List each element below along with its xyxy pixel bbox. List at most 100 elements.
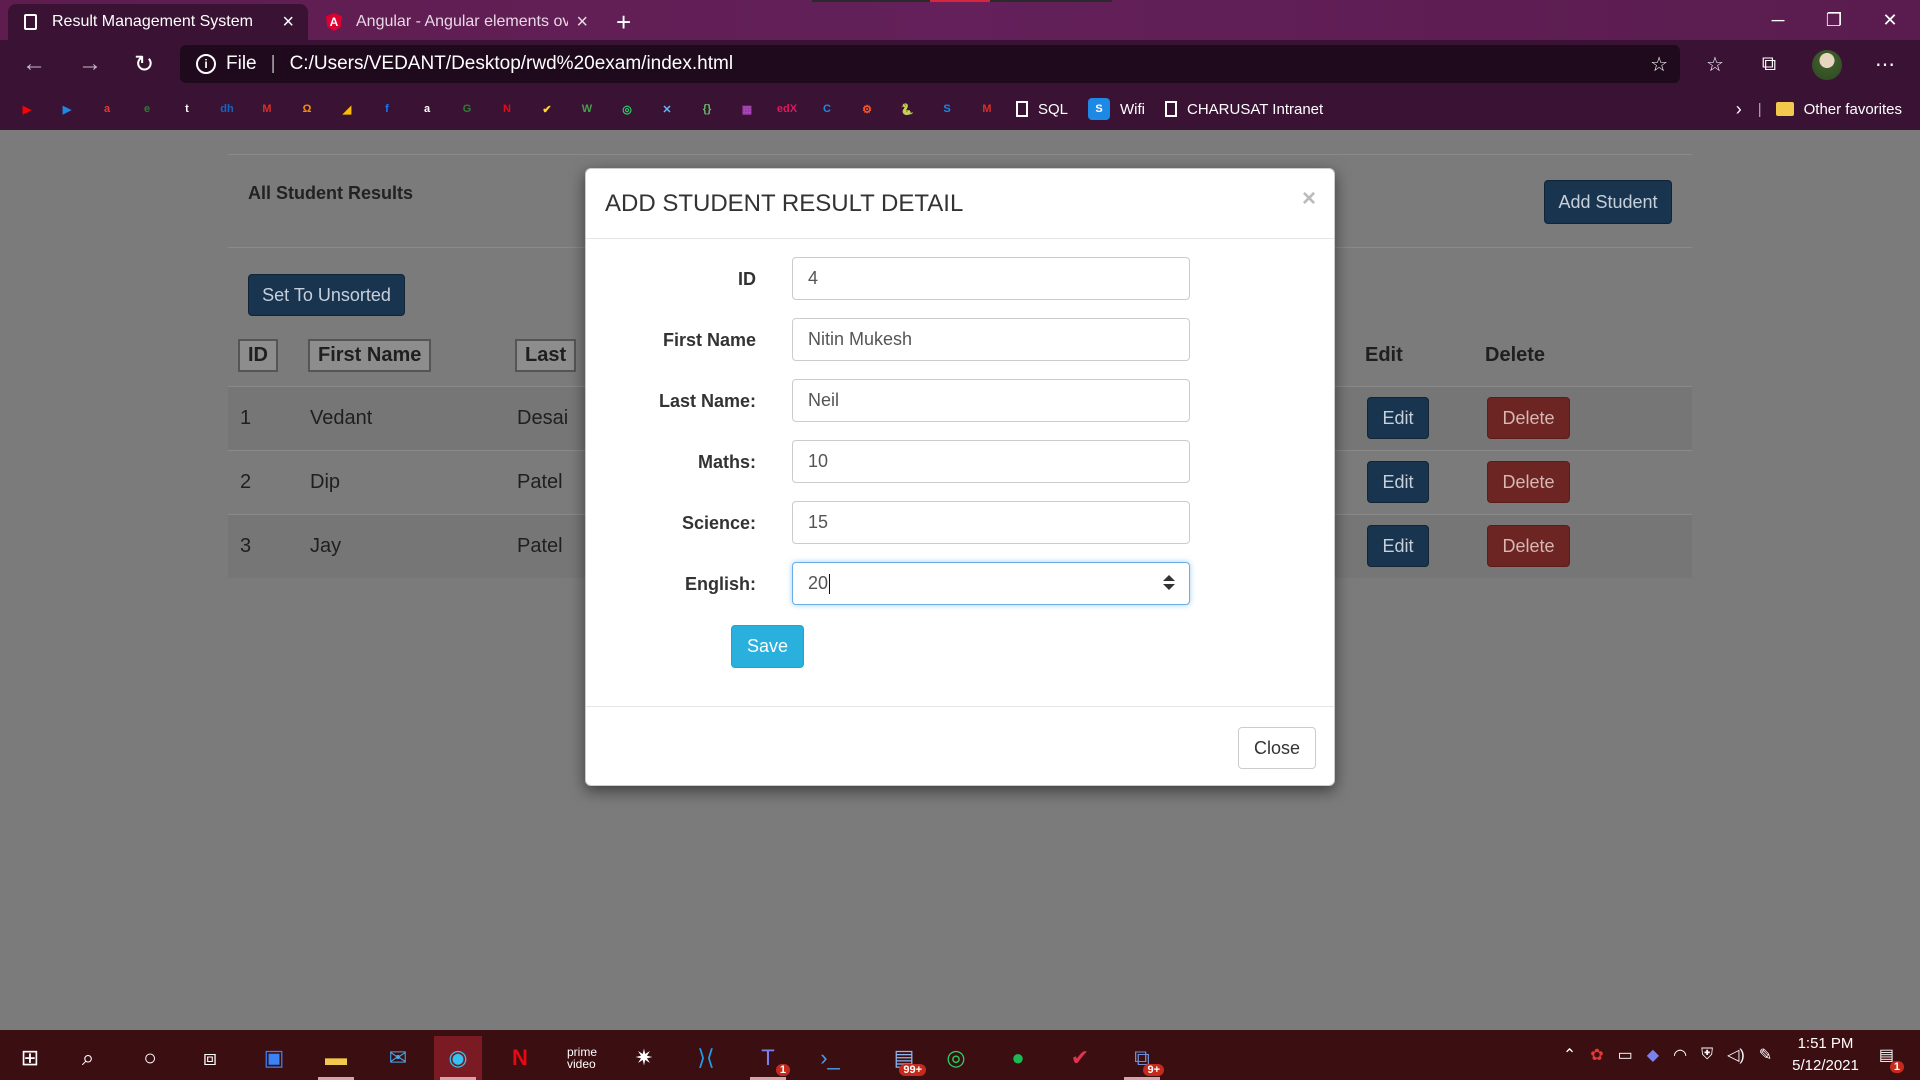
whatsapp-icon[interactable]: ◎: [616, 98, 638, 120]
gmail-icon-2[interactable]: M: [976, 98, 998, 120]
delete-button[interactable]: Delete: [1487, 461, 1570, 503]
chevron-right-icon[interactable]: ›: [1736, 99, 1742, 120]
netflix-icon[interactable]: N: [496, 1036, 544, 1080]
prime-video-icon[interactable]: prime video: [558, 1036, 606, 1080]
bookmark-charusat-intranet[interactable]: CHARUSAT Intranet: [1165, 101, 1323, 118]
address-bar[interactable]: i File | C:/Users/VEDANT/Desktop/rwd%20e…: [180, 45, 1680, 83]
first-name-input[interactable]: Nitin Mukesh: [792, 318, 1190, 361]
last-name-input[interactable]: Neil: [792, 379, 1190, 422]
teams-icon[interactable]: T1: [744, 1036, 792, 1080]
w-icon[interactable]: W: [576, 98, 598, 120]
check-icon[interactable]: ✔: [536, 98, 558, 120]
id-input[interactable]: 4: [792, 257, 1190, 300]
other-favorites[interactable]: › | Other favorites: [1736, 88, 1902, 130]
s-icon[interactable]: S: [936, 98, 958, 120]
titlebar-accent-red: [930, 0, 990, 2]
modal-close-icon[interactable]: ×: [1302, 185, 1316, 213]
vscode-icon[interactable]: ⟩⟨: [682, 1036, 730, 1080]
tray-app-icon[interactable]: ✿: [1590, 1045, 1603, 1065]
amazon-icon[interactable]: a: [416, 98, 438, 120]
python-icon[interactable]: 🐍: [896, 98, 918, 120]
file-explorer-icon[interactable]: ▬: [312, 1036, 360, 1080]
edx-icon[interactable]: edX: [776, 98, 798, 120]
tab-result-management[interactable]: Result Management System ×: [8, 4, 308, 40]
files-icon[interactable]: ▤ 99+: [880, 1036, 928, 1080]
chevron-up-icon[interactable]: ⌃: [1563, 1045, 1576, 1065]
edit-button[interactable]: Edit: [1367, 461, 1429, 503]
add-favorite-icon[interactable]: ☆: [1650, 52, 1668, 77]
facebook-icon[interactable]: f: [376, 98, 398, 120]
spotify-icon[interactable]: ●: [994, 1036, 1042, 1080]
whatsapp-icon[interactable]: ◎: [932, 1036, 980, 1080]
english-input[interactable]: 20: [792, 562, 1190, 605]
edit-button[interactable]: Edit: [1367, 525, 1429, 568]
spider-icon[interactable]: ✷: [620, 1036, 668, 1080]
favorites-icon[interactable]: ☆: [1698, 48, 1732, 80]
teams-tray-icon[interactable]: ◆: [1647, 1045, 1659, 1065]
delete-button[interactable]: Delete: [1487, 397, 1570, 439]
reload-button[interactable]: ↻: [126, 48, 162, 80]
code-icon[interactable]: {}: [696, 98, 718, 120]
netflix-icon[interactable]: N: [496, 98, 518, 120]
tab-angular-elements[interactable]: A Angular - Angular elements over ×: [312, 4, 602, 40]
column-header-id[interactable]: ID: [228, 326, 298, 386]
edit-button[interactable]: Edit: [1367, 397, 1429, 439]
close-tab-icon[interactable]: ×: [282, 11, 294, 34]
close-window-button[interactable]: ✕: [1862, 0, 1918, 40]
tata-icon[interactable]: t: [176, 98, 198, 120]
notifications-icon[interactable]: ▤ 1: [1879, 1045, 1904, 1073]
battery-icon[interactable]: ▭: [1618, 1045, 1633, 1065]
set-unsorted-button[interactable]: Set To Unsorted: [248, 274, 405, 316]
maths-label: Maths:: [698, 452, 756, 472]
gmail-icon[interactable]: M: [256, 98, 278, 120]
pen-icon[interactable]: ✎: [1759, 1045, 1772, 1065]
bookmark-sql[interactable]: SQL: [1016, 101, 1068, 118]
science-input[interactable]: 15: [792, 501, 1190, 544]
add-student-button[interactable]: Add Student: [1544, 180, 1672, 224]
restore-button[interactable]: ❐: [1806, 0, 1862, 40]
store-icon[interactable]: ▣: [250, 1036, 298, 1080]
airtel-icon[interactable]: a: [96, 98, 118, 120]
save-button[interactable]: Save: [731, 625, 804, 668]
tool-icon[interactable]: ✕: [656, 98, 678, 120]
collections-icon[interactable]: ⧉: [1752, 48, 1786, 80]
youtube-icon[interactable]: ▶: [16, 98, 38, 120]
back-button[interactable]: ←: [16, 48, 52, 80]
search-icon[interactable]: ⌕: [64, 1036, 112, 1080]
system-clock[interactable]: 1:51 PM 5/12/2021: [1792, 1033, 1859, 1077]
mail-icon[interactable]: ✉: [374, 1036, 422, 1080]
cortana-icon[interactable]: ○: [126, 1036, 174, 1080]
snip-icon[interactable]: ⧉ 9+: [1118, 1036, 1166, 1080]
volume-icon[interactable]: ◁): [1727, 1045, 1745, 1065]
green-icon[interactable]: G: [456, 98, 478, 120]
url-text[interactable]: C:/Users/VEDANT/Desktop/rwd%20exam/index…: [290, 53, 733, 75]
info-icon[interactable]: i: [196, 54, 216, 74]
powershell-icon[interactable]: ›_: [806, 1036, 854, 1080]
new-tab-button[interactable]: +: [616, 4, 631, 40]
app-icon[interactable]: ▦: [736, 98, 758, 120]
more-menu-icon[interactable]: ⋯: [1868, 48, 1902, 80]
app-v-icon[interactable]: ✔: [1056, 1036, 1104, 1080]
c-icon[interactable]: C: [816, 98, 838, 120]
play-icon[interactable]: ▶: [56, 98, 78, 120]
column-header-first-name[interactable]: First Name: [298, 326, 505, 386]
delete-button[interactable]: Delete: [1487, 525, 1570, 568]
minimize-button[interactable]: ─: [1750, 0, 1806, 40]
forward-button[interactable]: →: [72, 48, 108, 80]
dh-icon[interactable]: dh: [216, 98, 238, 120]
edge-icon[interactable]: e: [136, 98, 158, 120]
windows-start-icon[interactable]: ⊞: [6, 1036, 54, 1080]
maths-input[interactable]: 10: [792, 440, 1190, 483]
defender-icon[interactable]: ⛨: [1701, 1046, 1713, 1064]
bookmark-wifi[interactable]: S Wifi: [1088, 98, 1145, 120]
hackerrank-icon[interactable]: Ω: [296, 98, 318, 120]
task-view-icon[interactable]: ⧈: [186, 1036, 234, 1080]
edge-icon[interactable]: ◉: [434, 1036, 482, 1080]
gear-icon[interactable]: ⚙: [856, 98, 878, 120]
close-tab-icon[interactable]: ×: [576, 11, 588, 34]
close-button[interactable]: Close: [1238, 727, 1316, 769]
drive-icon[interactable]: ◢: [336, 98, 358, 120]
wifi-icon[interactable]: ◠: [1673, 1045, 1687, 1065]
profile-avatar[interactable]: [1812, 50, 1842, 80]
number-spinner[interactable]: [1163, 575, 1175, 593]
